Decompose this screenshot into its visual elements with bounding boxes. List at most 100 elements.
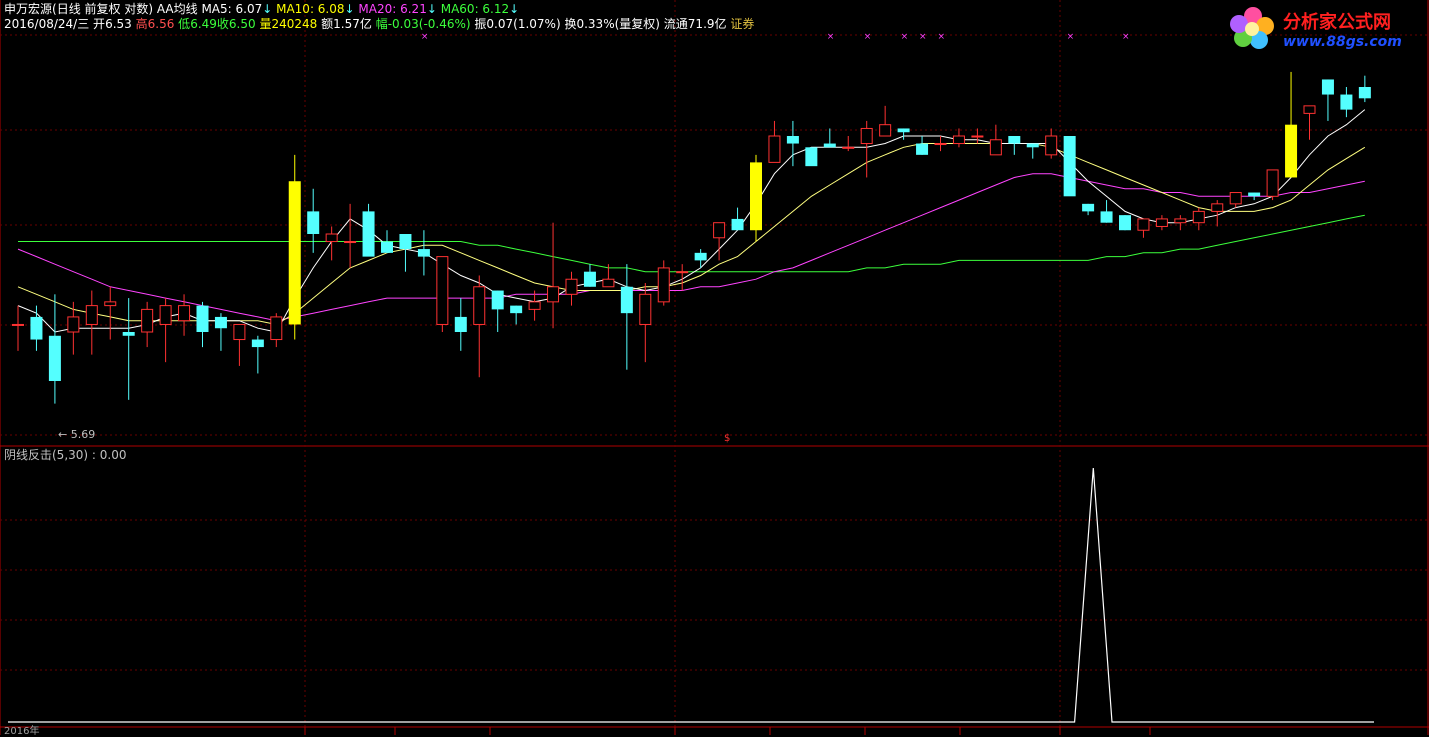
logo-title: 分析家公式网 bbox=[1283, 12, 1391, 33]
signal-x-mark: × bbox=[864, 32, 872, 42]
candle bbox=[750, 154, 762, 242]
candle bbox=[325, 226, 338, 261]
candle bbox=[1303, 105, 1316, 140]
candle bbox=[583, 264, 596, 287]
logo-url[interactable]: www.88gs.com bbox=[1283, 34, 1402, 50]
candle bbox=[1321, 79, 1334, 121]
candle bbox=[30, 305, 43, 351]
candle-body bbox=[196, 305, 209, 332]
candle bbox=[1063, 136, 1076, 197]
candle bbox=[48, 294, 61, 404]
low-value: 6.49 bbox=[190, 17, 217, 31]
stock-chart[interactable]: × × × × × × × × bbox=[0, 0, 1429, 735]
indicator-series bbox=[8, 467, 1374, 723]
candle bbox=[288, 154, 301, 340]
year-axis-label: 2016年 bbox=[4, 726, 40, 737]
signal-x-mark: × bbox=[1122, 32, 1130, 42]
high-value: 6.56 bbox=[147, 17, 175, 31]
candle-body bbox=[1155, 218, 1168, 227]
candle-body bbox=[417, 249, 430, 257]
signal-x-mark: × bbox=[1067, 32, 1075, 42]
candle bbox=[565, 271, 578, 306]
signal-x-mark: × bbox=[938, 32, 946, 42]
candle-body bbox=[1285, 124, 1298, 178]
candle bbox=[528, 290, 541, 321]
candle-body bbox=[528, 301, 541, 310]
candle bbox=[694, 249, 707, 268]
candle bbox=[122, 298, 135, 400]
candle bbox=[547, 222, 560, 329]
candle-body bbox=[602, 278, 615, 288]
ma60-down-arrow-icon: ↓ bbox=[509, 2, 520, 16]
candle-body bbox=[971, 135, 984, 138]
candle-body bbox=[1008, 136, 1021, 144]
ma60-value: MA60: 6.12 bbox=[440, 2, 510, 16]
candle bbox=[436, 256, 449, 332]
candle bbox=[842, 136, 855, 152]
candle bbox=[823, 128, 836, 148]
sector-value[interactable]: 证券 bbox=[730, 17, 754, 31]
candle bbox=[362, 203, 375, 257]
candle bbox=[251, 335, 264, 374]
candle bbox=[657, 260, 670, 306]
candle-body bbox=[731, 218, 744, 231]
candle-body bbox=[750, 162, 762, 231]
candle-body bbox=[122, 332, 135, 336]
candle-body bbox=[454, 316, 467, 332]
candle bbox=[473, 275, 486, 378]
candle-body bbox=[1137, 218, 1150, 231]
float-value: 流通71.9亿 bbox=[663, 17, 727, 31]
candle-body bbox=[916, 143, 929, 155]
candle-body bbox=[1192, 210, 1205, 224]
candle bbox=[713, 222, 726, 261]
amount-label: 额 bbox=[321, 17, 334, 31]
indicator-header[interactable]: 阴线反击(5,30) : 0.00 bbox=[4, 448, 126, 462]
candle-body bbox=[805, 147, 818, 167]
candle-body bbox=[786, 136, 799, 144]
ma20-down-arrow-icon: ↓ bbox=[426, 2, 437, 16]
candle-body bbox=[104, 301, 117, 307]
flower-icon bbox=[1230, 7, 1274, 49]
candle-body bbox=[1100, 211, 1113, 223]
chart-header-row2: 2016/08/24/三 开6.53 高6.56 低6.49收6.50 量240… bbox=[4, 17, 754, 31]
candle bbox=[805, 147, 818, 167]
candle bbox=[989, 124, 1002, 156]
candle-body bbox=[1045, 135, 1058, 156]
candle bbox=[85, 290, 98, 355]
candle bbox=[381, 230, 393, 253]
candle-body bbox=[1063, 136, 1076, 197]
candle bbox=[1340, 87, 1353, 118]
signal-x-mark: × bbox=[901, 32, 909, 42]
signal-x-mark: × bbox=[827, 32, 835, 42]
volume-label: 量 bbox=[259, 17, 272, 31]
candle-body bbox=[362, 211, 375, 257]
amount-value: 1.57亿 bbox=[333, 17, 372, 31]
chart-mode: (日线 前复权 对数) bbox=[52, 2, 154, 16]
candle bbox=[1026, 143, 1039, 159]
candle bbox=[1082, 203, 1095, 216]
candle bbox=[417, 230, 430, 276]
candle bbox=[731, 207, 744, 231]
ma5-down-arrow-icon: ↓ bbox=[262, 2, 273, 16]
candle bbox=[1100, 200, 1113, 223]
candle-body bbox=[491, 290, 504, 310]
candle-body bbox=[214, 316, 227, 329]
candle bbox=[214, 313, 227, 351]
candle-body bbox=[768, 135, 781, 163]
candle bbox=[639, 283, 652, 363]
stock-name[interactable]: 申万宏源 bbox=[4, 2, 52, 16]
candle bbox=[454, 298, 467, 351]
candle bbox=[307, 188, 320, 253]
indicator-line bbox=[8, 467, 1374, 723]
candle-body bbox=[1082, 203, 1095, 212]
candle bbox=[768, 120, 781, 163]
candle bbox=[491, 290, 504, 332]
candle-body bbox=[583, 271, 596, 287]
candle bbox=[1174, 215, 1187, 231]
indicator-name[interactable]: AA均线 bbox=[157, 2, 198, 16]
candle-body bbox=[823, 143, 836, 148]
candle bbox=[104, 286, 117, 340]
candle bbox=[916, 136, 929, 155]
candle-body bbox=[270, 316, 283, 341]
high-label: 高 bbox=[135, 17, 148, 31]
